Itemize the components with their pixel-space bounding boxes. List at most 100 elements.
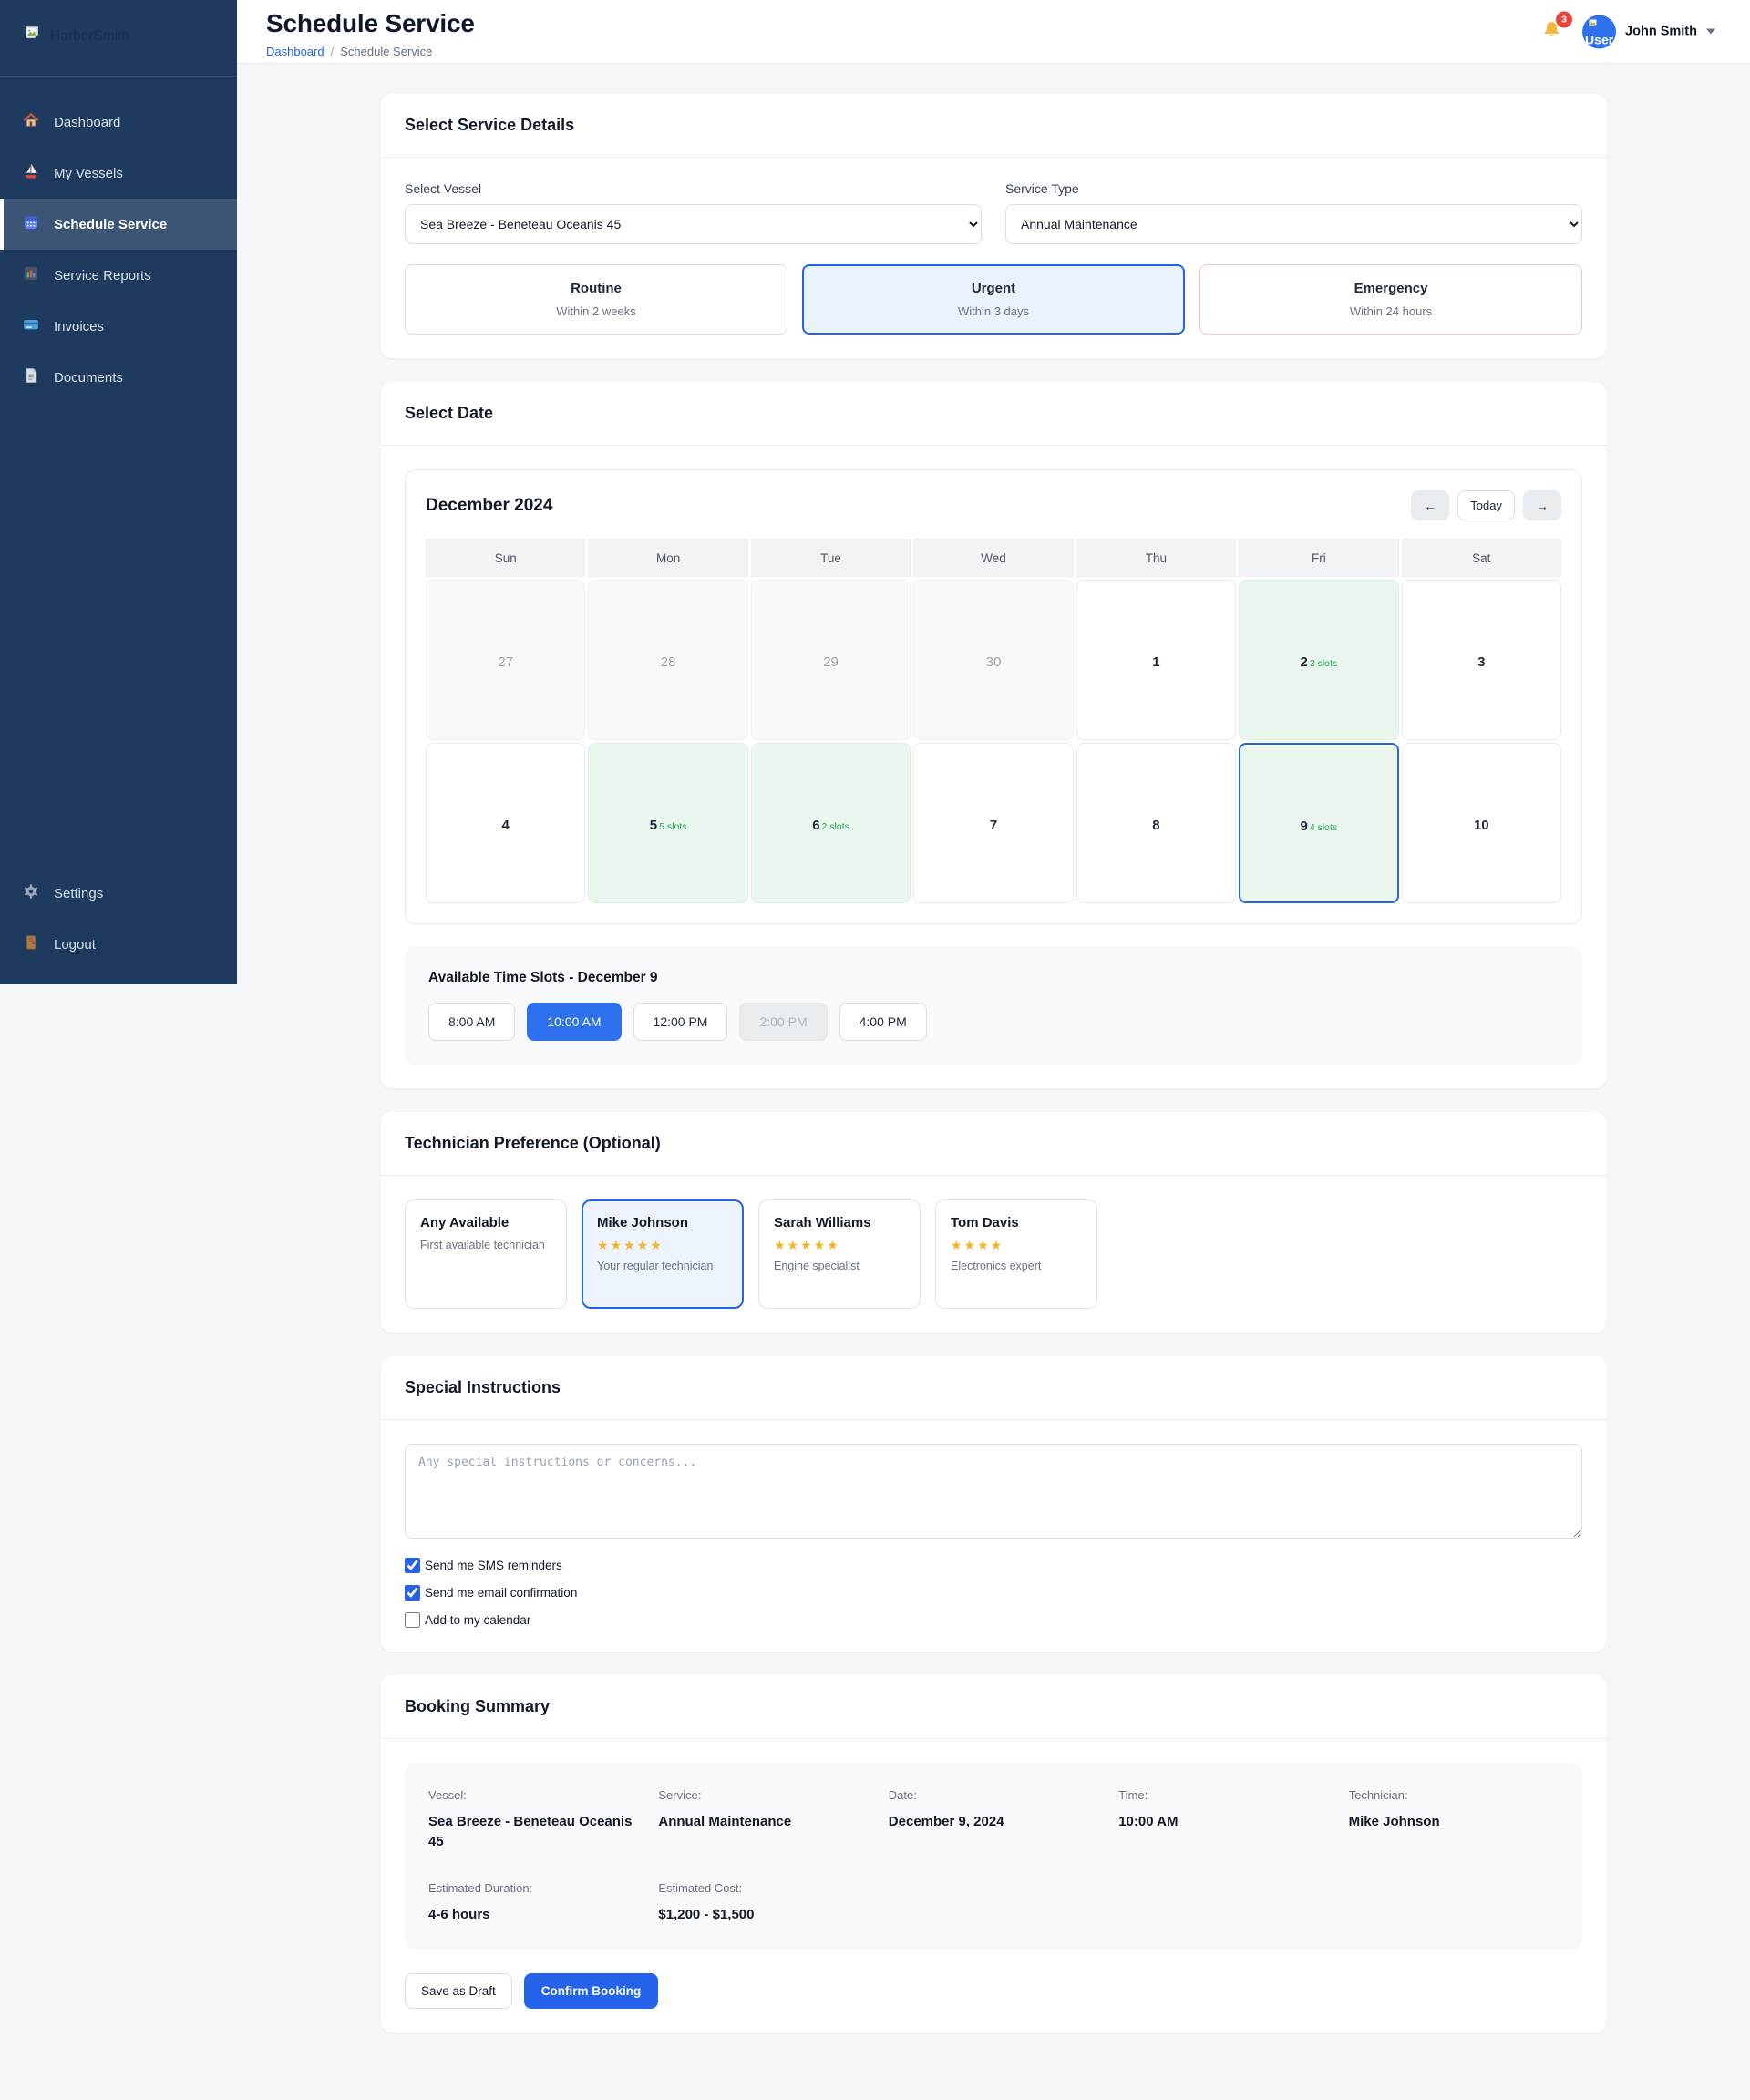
service-details-title: Select Service Details: [381, 94, 1606, 158]
breadcrumb-dashboard-link[interactable]: Dashboard: [266, 45, 324, 58]
technician-option-sarah-williams[interactable]: Sarah Williams ★★★★★ Engine specialist: [758, 1199, 921, 1309]
time-slot-button[interactable]: 4:00 PM: [839, 1003, 927, 1041]
summary-cost: Estimated Cost: $1,200 - $1,500: [658, 1880, 755, 1922]
calendar-today-button[interactable]: Today: [1457, 490, 1515, 520]
service-type-select[interactable]: Annual Maintenance: [1005, 204, 1582, 244]
chevron-down-icon: [1706, 28, 1715, 35]
priority-urgent[interactable]: Urgent Within 3 days: [802, 264, 1185, 335]
calendar-day-selected[interactable]: 94 slots: [1239, 743, 1399, 903]
door-icon: [22, 933, 40, 955]
sailboat-icon: [22, 162, 40, 184]
time-slot-button[interactable]: 8:00 AM: [428, 1003, 516, 1041]
star-rating: ★★★★★: [774, 1238, 840, 1252]
sidebar-item-label: My Vessels: [54, 165, 123, 181]
special-instructions-input[interactable]: [405, 1444, 1582, 1539]
technician-title: Technician Preference (Optional): [381, 1112, 1606, 1176]
add-to-calendar-label: Add to my calendar: [425, 1613, 531, 1627]
priority-emergency[interactable]: Emergency Within 24 hours: [1199, 264, 1582, 335]
calendar-day[interactable]: 7: [913, 743, 1074, 903]
calendar-day[interactable]: 23 slots: [1239, 580, 1399, 740]
calendar-day[interactable]: 4: [426, 743, 586, 903]
booking-summary-card: Booking Summary Vessel: Sea Breeze - Ben…: [381, 1675, 1606, 2033]
bar-chart-icon: [22, 264, 40, 286]
technician-card: Technician Preference (Optional) Any Ava…: [381, 1112, 1606, 1333]
priority-routine[interactable]: Routine Within 2 weeks: [405, 264, 788, 335]
topbar: Schedule Service Dashboard / Schedule Serv…: [237, 0, 1750, 64]
sms-reminders-label: Send me SMS reminders: [425, 1559, 562, 1572]
technician-option-any[interactable]: Any Available First available technician: [405, 1199, 567, 1309]
summary-duration: Estimated Duration: 4-6 hours: [428, 1880, 533, 1922]
time-slots-heading: Available Time Slots - December 9: [428, 970, 658, 985]
booking-summary-title: Booking Summary: [381, 1675, 1606, 1739]
day-header: Sat: [1401, 539, 1561, 577]
vessel-field-group: Select Vessel Sea Breeze - Beneteau Ocea…: [405, 181, 982, 244]
select-date-card: Select Date December 2024 ← Today → Sun …: [381, 382, 1606, 1088]
avatar-alt-text: User: [1585, 32, 1614, 46]
summary-vessel: Vessel: Sea Breeze - Beneteau Oceanis 45: [428, 1788, 633, 1849]
summary-time: Time: 10:00 AM: [1118, 1788, 1179, 1829]
breadcrumb-separator: /: [330, 45, 335, 58]
sms-reminders-option[interactable]: Send me SMS reminders: [405, 1558, 1582, 1573]
credit-card-icon: [22, 315, 40, 337]
house-icon: [22, 111, 40, 133]
select-date-title: Select Date: [381, 382, 1606, 446]
vessel-select[interactable]: Sea Breeze - Beneteau Oceanis 45: [405, 204, 982, 244]
user-name: John Smith: [1625, 24, 1697, 39]
notifications-button[interactable]: 3: [1539, 11, 1573, 46]
gear-icon: [22, 882, 40, 904]
sidebar-item-label: Invoices: [54, 318, 105, 335]
summary-service: Service: Annual Maintenance: [658, 1788, 792, 1829]
day-header: Fri: [1239, 539, 1399, 577]
sms-reminders-checkbox[interactable]: [405, 1558, 420, 1573]
user-menu[interactable]: User John Smith: [1582, 15, 1715, 48]
topbar-right: 3 User John Smith: [1539, 11, 1715, 48]
priority-options: Routine Within 2 weeks Urgent Within 3 d…: [405, 264, 1582, 335]
calendar-day[interactable]: 10: [1401, 743, 1561, 903]
app-logo: HarborSmith: [0, 0, 237, 77]
time-slot-button-disabled: 2:00 PM: [739, 1003, 828, 1041]
time-slots-panel: Available Time Slots - December 9 8:00 A…: [405, 946, 1582, 1065]
day-header: Mon: [588, 539, 748, 577]
sidebar-item-invoices[interactable]: Invoices: [0, 301, 237, 352]
booking-summary-panel: Vessel: Sea Breeze - Beneteau Oceanis 45…: [405, 1763, 1582, 1951]
time-slot-button[interactable]: 12:00 PM: [633, 1003, 728, 1041]
calendar-day[interactable]: 1: [1076, 580, 1237, 740]
sidebar-item-logout[interactable]: Logout: [0, 919, 237, 970]
add-to-calendar-option[interactable]: Add to my calendar: [405, 1612, 1582, 1628]
service-type-label: Service Type: [1005, 181, 1079, 196]
calendar-next-button[interactable]: →: [1523, 490, 1561, 520]
summary-technician: Technician: Mike Johnson: [1348, 1788, 1440, 1829]
special-instructions-card: Special Instructions Send me SMS reminde…: [381, 1356, 1606, 1652]
calendar-day: 29: [750, 580, 911, 740]
sidebar-item-my-vessels[interactable]: My Vessels: [0, 148, 237, 199]
add-to-calendar-checkbox[interactable]: [405, 1612, 420, 1628]
sidebar-item-label: Service Reports: [54, 267, 151, 283]
calendar-prev-button[interactable]: ←: [1411, 490, 1450, 520]
calendar-icon: [22, 213, 40, 235]
sidebar-item-documents[interactable]: Documents: [0, 352, 237, 403]
sidebar-item-dashboard[interactable]: Dashboard: [0, 97, 237, 148]
calendar-day[interactable]: 8: [1076, 743, 1237, 903]
calendar-day[interactable]: 62 slots: [750, 743, 911, 903]
bell-icon: [1541, 22, 1562, 44]
sidebar-item-label: Documents: [54, 369, 123, 386]
email-confirmation-checkbox[interactable]: [405, 1585, 420, 1601]
day-header: Thu: [1076, 539, 1237, 577]
calendar-day: 30: [913, 580, 1074, 740]
sidebar-item-service-reports[interactable]: Service Reports: [0, 250, 237, 301]
technician-option-mike-johnson[interactable]: Mike Johnson ★★★★★ Your regular technici…: [582, 1199, 744, 1309]
calendar-day[interactable]: 3: [1401, 580, 1561, 740]
sidebar: HarborSmith Dashboard My Vessels Schedul…: [0, 0, 237, 984]
confirm-booking-button[interactable]: Confirm Booking: [523, 1973, 659, 2010]
technician-option-tom-davis[interactable]: Tom Davis ★★★★ Electronics expert: [935, 1199, 1097, 1309]
sidebar-item-settings[interactable]: Settings: [0, 868, 237, 919]
calendar-controls: ← Today →: [1411, 490, 1561, 520]
email-confirmation-option[interactable]: Send me email confirmation: [405, 1585, 1582, 1601]
time-slot-button-selected[interactable]: 10:00 AM: [527, 1003, 622, 1041]
save-draft-button[interactable]: Save as Draft: [405, 1973, 512, 2010]
breadcrumb: Dashboard / Schedule Service: [266, 45, 1750, 58]
calendar-day[interactable]: 55 slots: [588, 743, 748, 903]
breadcrumb-current: Schedule Service: [340, 45, 433, 58]
day-header: Tue: [750, 539, 911, 577]
sidebar-item-schedule-service[interactable]: Schedule Service: [0, 199, 237, 250]
